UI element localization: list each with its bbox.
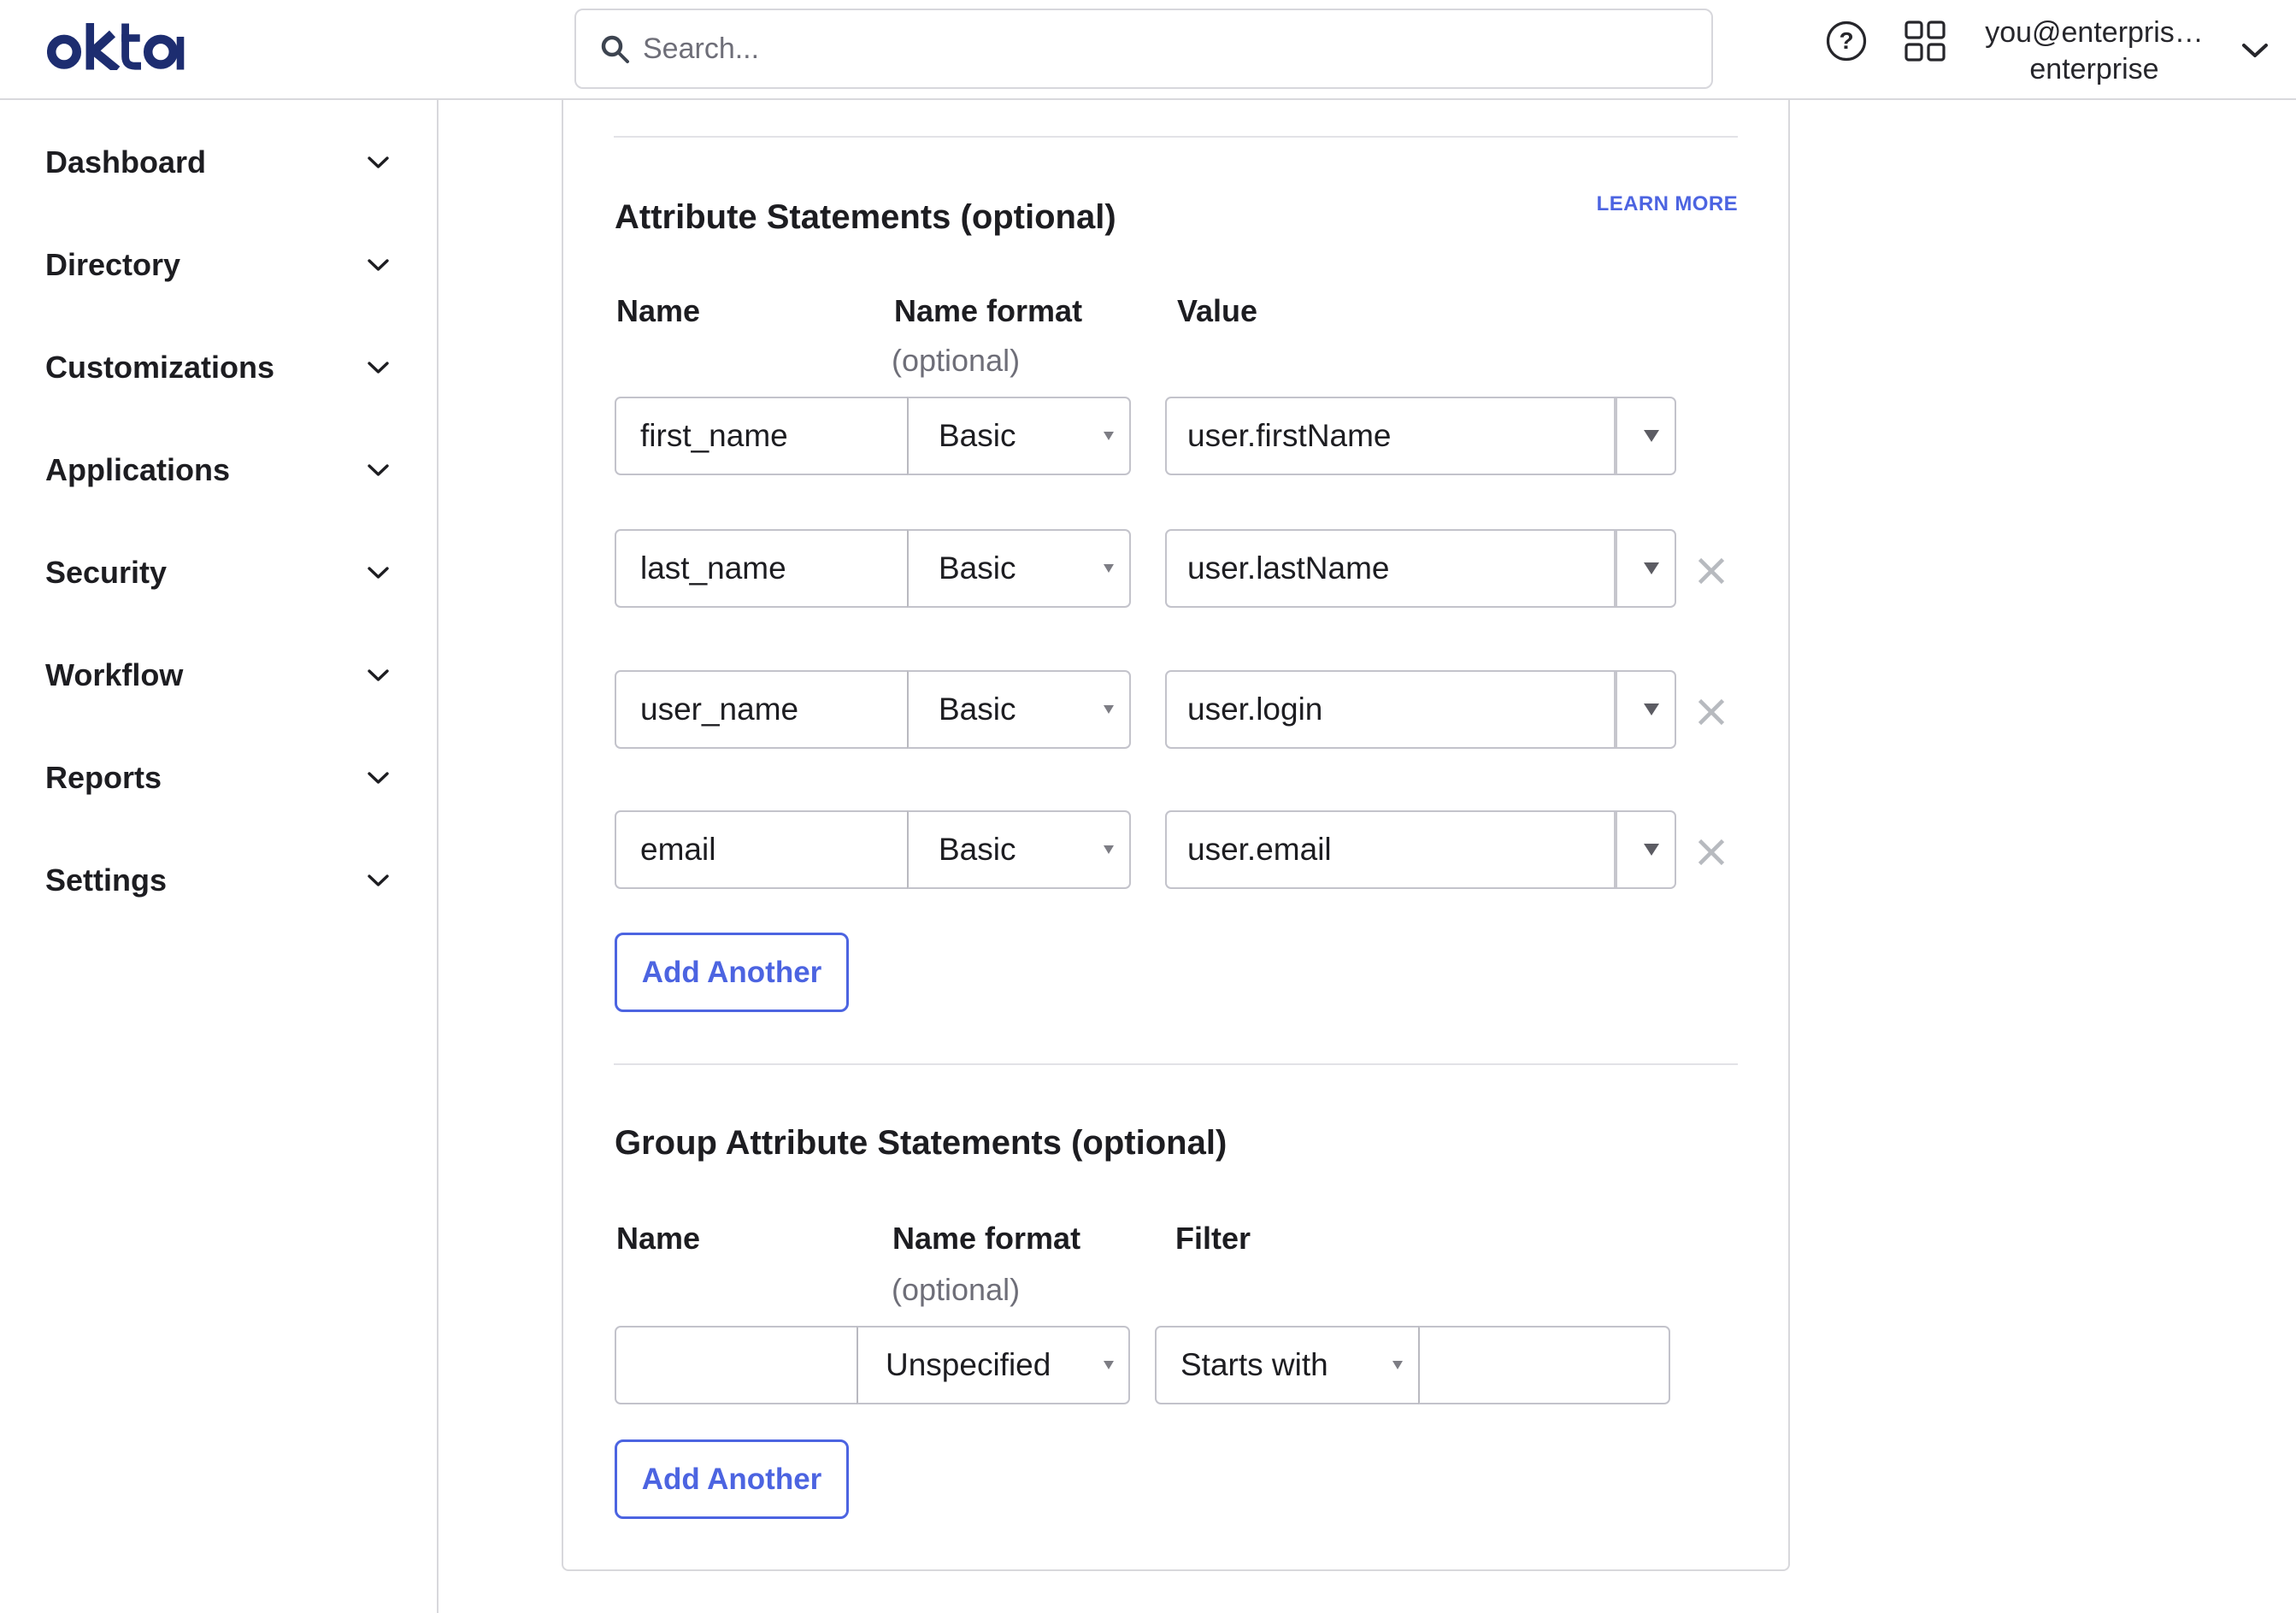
svg-text:?: ? — [1839, 27, 1853, 54]
